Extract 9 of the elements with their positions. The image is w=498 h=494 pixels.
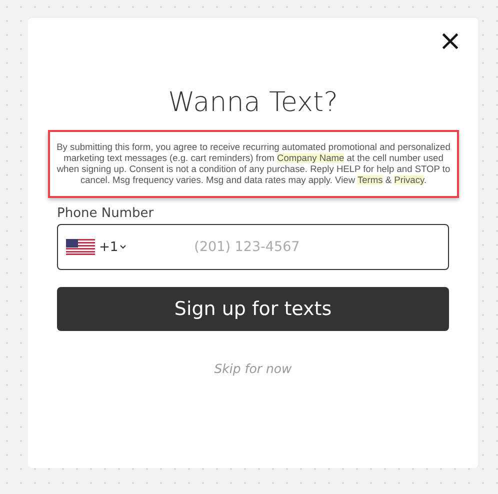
phone-field[interactable]: +1 (201) 123-4567 bbox=[57, 224, 449, 270]
modal-title: Wanna Text? bbox=[167, 86, 339, 120]
field-label: Phone Number bbox=[57, 206, 155, 221]
country-selector[interactable]: +1 bbox=[66, 239, 126, 255]
signup-button[interactable]: Sign up for texts bbox=[57, 287, 449, 331]
chevron-down-icon bbox=[120, 245, 126, 249]
close-button[interactable]: × bbox=[434, 26, 466, 56]
disclaimer-text: By submitting this form, you agree to receive recurring automated promotional and personalized marketing text messages (e.g. cart reminders) from Company Name at the cell number used when signing up. Consent is not a condition of any purchase. Reply HELP for help and STOP to cancel. Msg frequency varies. Msg and data rates may apply. View Terms & Privacy. bbox=[48, 130, 459, 198]
flag-icon bbox=[66, 239, 95, 255]
